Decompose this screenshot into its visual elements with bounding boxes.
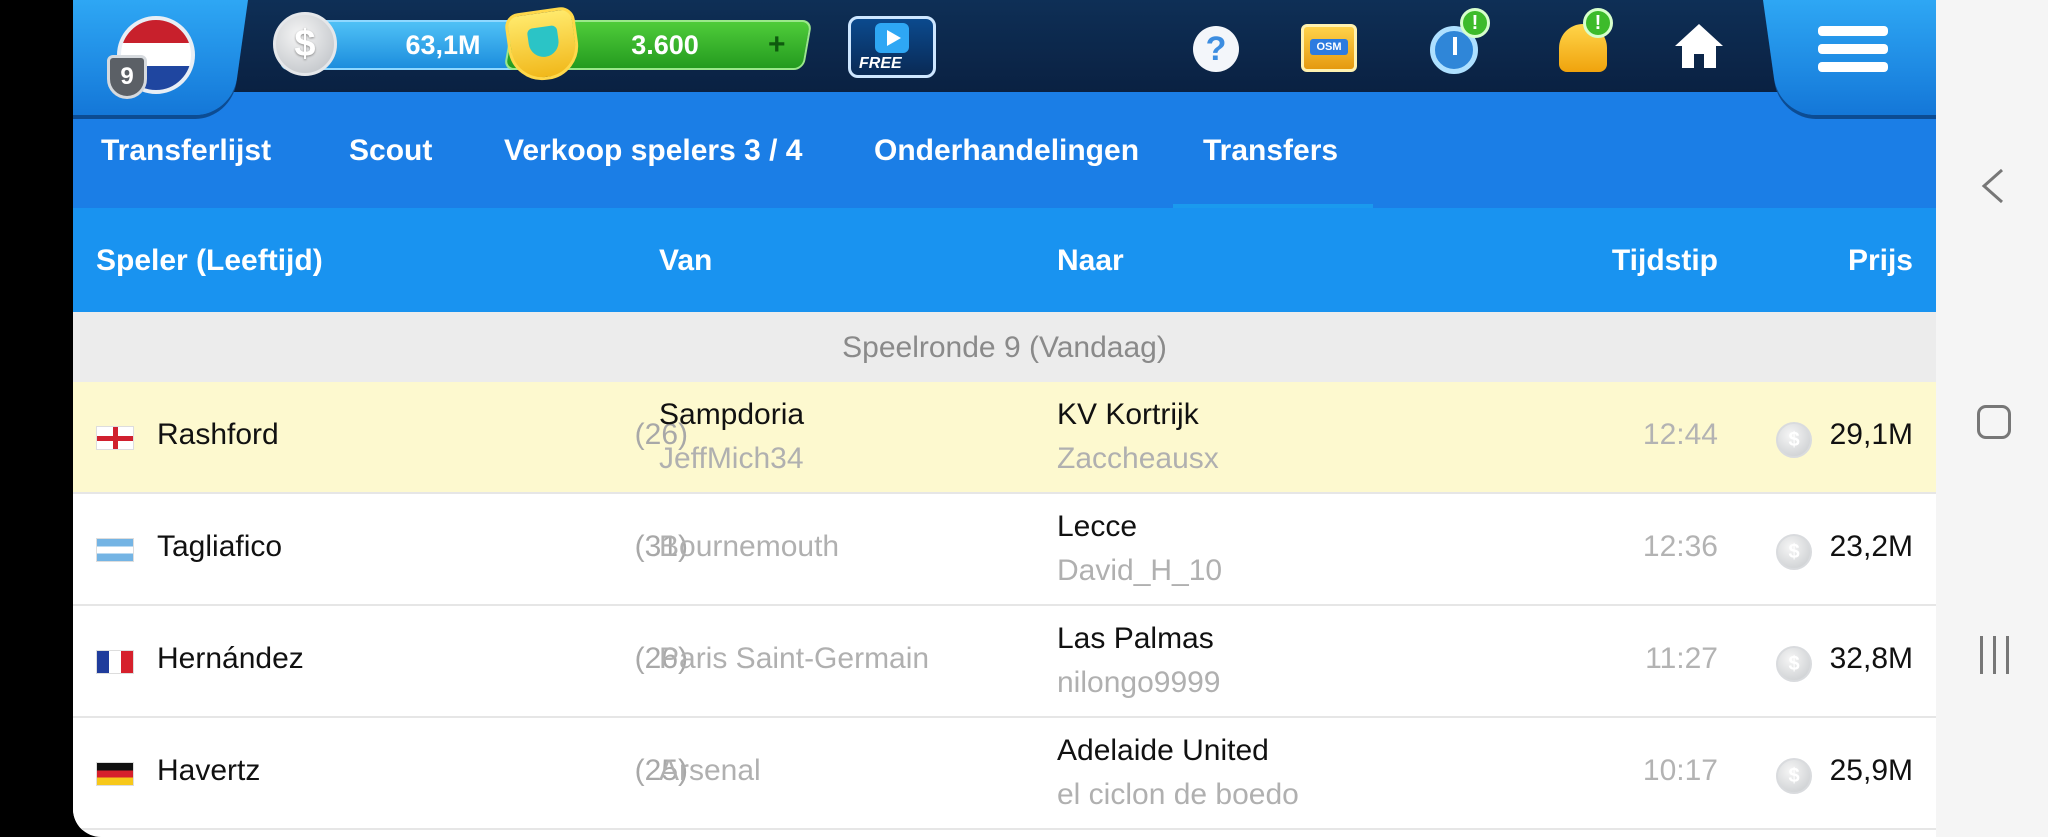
tab-scout[interactable]: Scout [349,92,432,208]
header-time[interactable]: Tijdstip [1533,208,1718,312]
transfer-price: 25,9M [1829,754,1913,787]
from-club[interactable]: Paris Saint-Germain [659,642,929,676]
money-coin-icon: $ [273,12,337,76]
coin-icon: $ [1776,646,1812,682]
group-label: Speelronde 9 (Vandaag) [73,312,1936,382]
player-name[interactable]: Tagliafico [157,530,282,564]
player-name[interactable]: Rashford [157,418,279,452]
to-manager[interactable]: el ciclon de boedo [1057,778,1299,812]
coin-icon: $ [1776,758,1812,794]
table-row[interactable]: Tagliafico (31) Bournemouth Lecce David_… [73,494,1936,606]
table-header: Speler (Leeftijd) Van Naar Tijdstip Prij… [73,208,1936,312]
table-row[interactable]: Havertz (25) Arsenal Adelaide United el … [73,718,1936,830]
from-club[interactable]: Sampdoria [659,398,804,432]
help-icon[interactable]: ? [1193,26,1239,72]
home-icon[interactable] [1673,22,1725,70]
android-nav-bar [1936,0,2048,837]
coin-icon: $ [1776,534,1812,570]
app-window: 9 $ 63,1M 3.600 + FREE ? OSM ! ! Transfe… [73,0,1936,837]
coins-amount: 3.600 [631,30,699,60]
to-club[interactable]: Adelaide United [1057,734,1269,768]
tab-transfers[interactable]: Transfers [1203,92,1338,208]
transfer-time: 11:27 [1645,642,1718,675]
to-manager[interactable]: Zaccheausx [1057,442,1219,476]
transfer-price: 29,1M [1829,418,1913,451]
header-player[interactable]: Speler (Leeftijd) [96,208,323,312]
transfer-time: 12:36 [1642,530,1718,563]
timer-alert-icon: ! [1460,8,1490,38]
from-manager[interactable]: JeffMich34 [659,442,804,476]
play-icon [875,23,909,53]
header-price[interactable]: Prijs [1773,208,1913,312]
shop-icon[interactable]: OSM [1301,24,1357,72]
header-from[interactable]: Van [659,208,712,312]
tab-bar: Transferlijst Scout Verkoop spelers 3 / … [73,92,1936,208]
shop-label: OSM [1310,39,1348,55]
to-club[interactable]: Lecce [1057,510,1137,544]
free-video-button[interactable]: FREE [848,16,936,78]
plus-icon[interactable]: + [768,28,786,62]
header-to[interactable]: Naar [1057,208,1124,312]
to-club[interactable]: KV Kortrijk [1057,398,1199,432]
free-label: FREE [859,55,902,72]
transfer-time: 10:17 [1642,754,1718,787]
france-flag-icon [96,650,134,674]
back-icon[interactable] [1980,168,2006,204]
germany-flag-icon [96,762,134,786]
argentina-flag-icon [96,538,134,562]
to-manager[interactable]: David_H_10 [1057,554,1222,588]
transfer-price: 32,8M [1829,642,1913,675]
level-badge: 9 [107,55,147,99]
recent-apps-icon[interactable] [1978,636,2012,674]
tab-verkoop-spelers[interactable]: Verkoop spelers 3 / 4 [504,92,803,208]
coin-icon: $ [1776,422,1812,458]
to-club[interactable]: Las Palmas [1057,622,1214,656]
to-manager[interactable]: nilongo9999 [1057,666,1221,700]
from-club[interactable]: Bournemouth [659,530,839,564]
player-name[interactable]: Hernández [157,642,304,676]
transfer-price: 23,2M [1829,530,1913,563]
bell-alert-icon: ! [1583,8,1613,38]
england-flag-icon [96,426,134,450]
player-name[interactable]: Havertz [157,754,260,788]
tab-onderhandelingen[interactable]: Onderhandelingen [874,92,1139,208]
transfer-time: 12:44 [1642,418,1718,451]
table-row[interactable]: Rashford (26) Sampdoria JeffMich34 KV Ko… [73,382,1936,494]
screen: 9 $ 63,1M 3.600 + FREE ? OSM ! ! Transfe… [0,0,2048,837]
from-club[interactable]: Arsenal [659,754,761,788]
table-row[interactable]: Hernández (26) Paris Saint-Germain Las P… [73,606,1936,718]
home-nav-icon[interactable] [1977,405,2011,439]
menu-icon[interactable] [1818,26,1888,82]
